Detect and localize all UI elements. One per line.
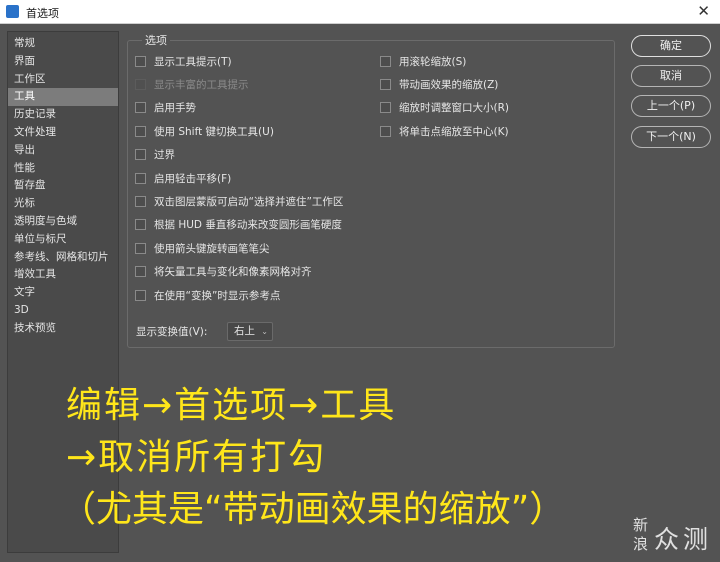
sidebar-item[interactable]: 导出 <box>8 142 118 160</box>
checkbox-label: 启用手势 <box>154 102 196 115</box>
sidebar-item[interactable]: 文字 <box>8 284 118 302</box>
sidebar-item[interactable]: 透明度与色域 <box>8 213 118 231</box>
sidebar-item[interactable]: 3D <box>8 302 118 320</box>
watermark-char: 浪 <box>633 535 649 553</box>
checkbox-label: 带动画效果的缩放(Z) <box>399 78 499 91</box>
sidebar-item[interactable]: 单位与标尺 <box>8 231 118 249</box>
checkbox-label: 将矢量工具与变化和像素网格对齐 <box>154 266 312 279</box>
option-checkbox-row[interactable]: 带动画效果的缩放(Z) <box>380 76 498 92</box>
option-checkbox-row[interactable]: 使用箭头键旋转画笔笔尖 <box>135 240 270 256</box>
watermark-char: 测 <box>683 525 709 554</box>
checkbox[interactable] <box>380 125 391 137</box>
checkbox-label: 根据 HUD 垂直移动来改变圆形画笔硬度 <box>154 219 342 232</box>
options-legend: 选项 <box>142 32 170 48</box>
sidebar-item[interactable]: 界面 <box>8 53 118 71</box>
checkbox-label: 双击图层蒙版可启动“选择并遮住”工作区 <box>154 195 344 208</box>
checkbox-label: 使用 Shift 键切换工具(U) <box>154 125 274 138</box>
watermark-char: 新 <box>633 516 649 534</box>
checkbox-label: 在使用“变换”时显示参考点 <box>154 289 281 302</box>
option-checkbox-row[interactable]: 用滚轮缩放(S) <box>380 53 466 69</box>
checkbox[interactable] <box>135 219 146 231</box>
title-bar: 首选项 ✕ <box>0 0 720 24</box>
checkbox[interactable] <box>135 102 146 114</box>
cancel-button[interactable]: 取消 <box>631 65 711 87</box>
sidebar-item[interactable]: 历史记录 <box>8 106 118 124</box>
checkbox[interactable] <box>380 102 391 114</box>
sidebar-item[interactable]: 光标 <box>8 195 118 213</box>
option-checkbox-row[interactable]: 显示工具提示(T) <box>135 53 232 69</box>
option-checkbox-row[interactable]: 启用轻击平移(F) <box>135 170 231 186</box>
checkbox[interactable] <box>135 195 146 207</box>
option-checkbox-row[interactable]: 根据 HUD 垂直移动来改变圆形画笔硬度 <box>135 217 342 233</box>
sidebar-item[interactable]: 性能 <box>8 160 118 178</box>
option-checkbox-row[interactable]: 缩放时调整窗口大小(R) <box>380 100 509 116</box>
checkbox[interactable] <box>135 55 146 67</box>
ok-button[interactable]: 确定 <box>631 35 711 57</box>
checkbox-label: 显示工具提示(T) <box>154 55 232 68</box>
sidebar-item[interactable]: 常规 <box>8 35 118 53</box>
checkbox-label: 将单击点缩放至中心(K) <box>399 125 509 138</box>
close-icon[interactable]: ✕ <box>697 2 710 20</box>
option-checkbox-row[interactable]: 将矢量工具与变化和像素网格对齐 <box>135 264 312 280</box>
transform-values-value: 右上 <box>234 325 255 337</box>
transform-values-select[interactable]: 右上 ⌄ <box>227 322 273 341</box>
checkbox-label: 显示丰富的工具提示 <box>154 78 249 91</box>
sidebar-item[interactable]: 参考线、网格和切片 <box>8 249 118 267</box>
previous-button[interactable]: 上一个(P) <box>631 95 711 117</box>
transform-values-label: 显示变换值(V): <box>136 326 208 338</box>
annotation-line-1: 编辑→首选项→工具 <box>66 385 397 426</box>
sidebar-item[interactable]: 工作区 <box>8 71 118 89</box>
annotation-line-3: （尤其是“带动画效果的缩放”） <box>60 489 566 530</box>
option-checkbox-row: 显示丰富的工具提示 <box>135 76 249 92</box>
checkbox-label: 用滚轮缩放(S) <box>399 55 467 68</box>
checkbox[interactable] <box>380 78 391 90</box>
sidebar-item[interactable]: 增效工具 <box>8 266 118 284</box>
option-checkbox-row[interactable]: 双击图层蒙版可启动“选择并遮住”工作区 <box>135 193 343 209</box>
checkbox[interactable] <box>135 266 146 278</box>
option-checkbox-row[interactable]: 过界 <box>135 147 175 163</box>
next-button[interactable]: 下一个(N) <box>631 126 711 148</box>
sidebar-item[interactable]: 技术预览 <box>8 320 118 338</box>
checkbox-label: 启用轻击平移(F) <box>154 172 232 185</box>
checkbox <box>135 78 146 90</box>
sidebar-item[interactable]: 工具 <box>8 88 118 107</box>
checkbox[interactable] <box>135 289 146 301</box>
checkbox-label: 缩放时调整窗口大小(R) <box>399 102 509 115</box>
checkbox-label: 过界 <box>154 149 175 162</box>
option-checkbox-row[interactable]: 使用 Shift 键切换工具(U) <box>135 123 274 139</box>
checkbox[interactable] <box>135 172 146 184</box>
window-title: 首选项 <box>26 7 59 20</box>
sidebar-item[interactable]: 暂存盘 <box>8 177 118 195</box>
option-checkbox-row[interactable]: 启用手势 <box>135 100 196 116</box>
checkbox[interactable] <box>135 125 146 137</box>
watermark-char: 众 <box>654 525 680 554</box>
checkbox[interactable] <box>135 149 146 161</box>
annotation-line-2: →取消所有打勾 <box>66 437 327 478</box>
option-checkbox-row[interactable]: 在使用“变换”时显示参考点 <box>135 287 280 303</box>
checkbox[interactable] <box>380 55 391 67</box>
option-checkbox-row[interactable]: 将单击点缩放至中心(K) <box>380 123 509 139</box>
chevron-down-icon: ⌄ <box>261 327 268 336</box>
sidebar-item[interactable]: 文件处理 <box>8 124 118 142</box>
photoshop-app-icon <box>6 5 19 18</box>
checkbox-label: 使用箭头键旋转画笔笔尖 <box>154 242 270 255</box>
watermark-logo: 新 浪 众 测 <box>633 514 713 554</box>
checkbox[interactable] <box>135 242 146 254</box>
